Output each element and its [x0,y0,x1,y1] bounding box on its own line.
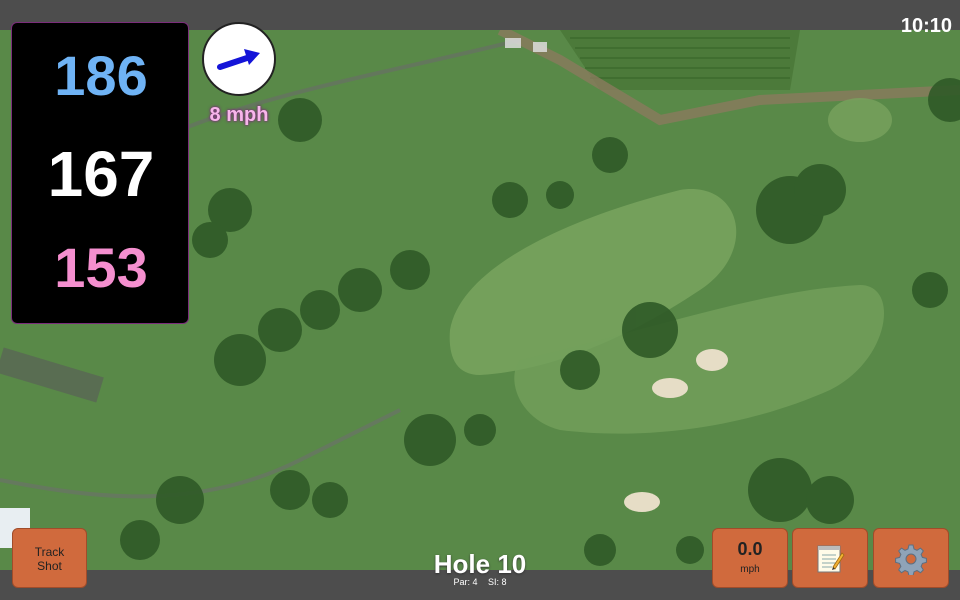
distance-back: 186 [54,44,148,107]
hole-info: Par: 4 SI: 8 [380,577,580,587]
arrow-right-icon [217,49,260,70]
wind-speed-button[interactable]: 0.0 mph [712,528,788,588]
track-shot-label-line2: Shot [37,559,62,573]
clock: 10:10 [900,15,952,37]
wind-direction-indicator [202,22,276,96]
track-shot-button[interactable]: Track Shot [12,528,87,588]
notes-button[interactable] [792,528,868,588]
track-shot-label-line1: Track [34,545,65,559]
distance-middle: 167 [47,138,155,210]
settings-button[interactable] [873,528,949,588]
golf-gps-screen: 10:10 186 167 153 8 mph Track Shot Hole … [0,0,960,600]
gear-icon [895,544,927,575]
hole-si: SI: 8 [488,577,507,587]
hole-title: Hole 10 [433,549,527,579]
hole-par: Par: 4 [453,577,478,587]
wind-speed-label: 8 mph [209,104,269,126]
distance-panel: 186 167 153 [11,22,189,324]
distance-front: 153 [54,236,148,299]
wind-speed-value: 0.0 [737,539,763,559]
notepad-icon [817,545,845,573]
wind-speed-unit: mph [740,564,760,575]
